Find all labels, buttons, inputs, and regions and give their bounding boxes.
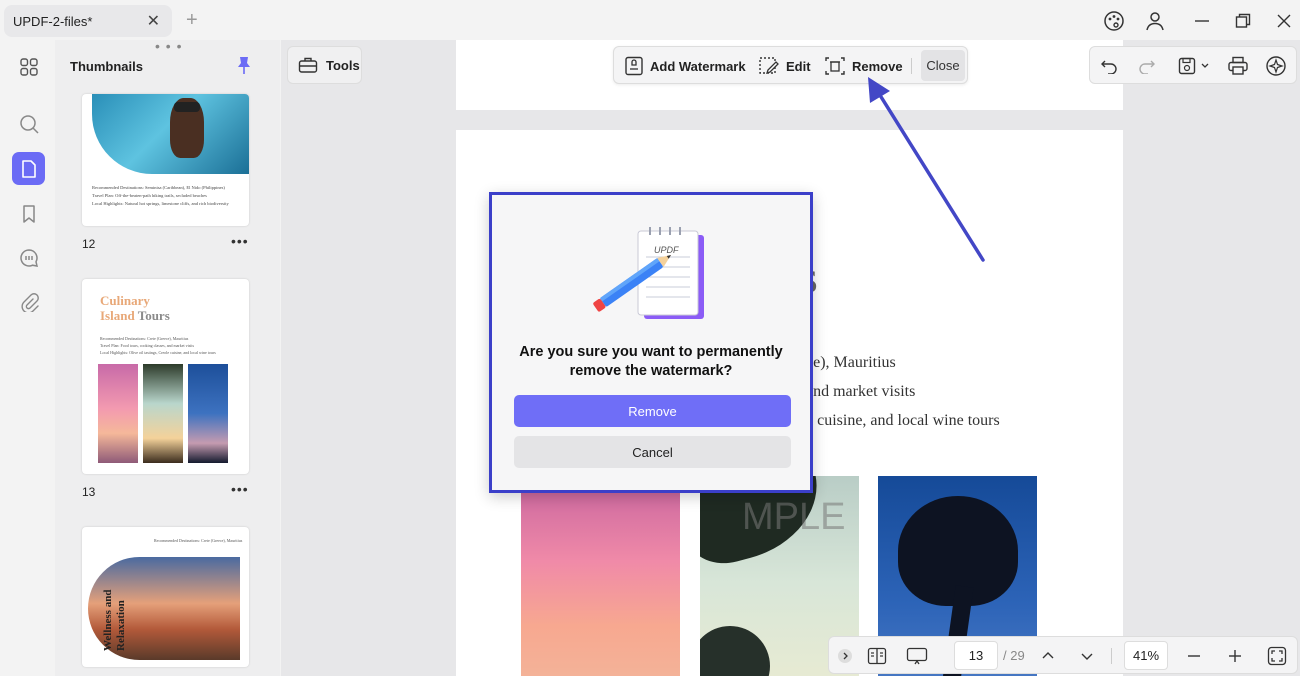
thumbnails-view-icon[interactable]	[12, 50, 45, 83]
page-number-label: 12	[82, 237, 96, 251]
watermark-text: MPLE	[742, 496, 846, 538]
document-tab-title: UPDF-2-files*	[13, 13, 93, 29]
next-page-chevron-icon[interactable]	[1078, 645, 1096, 667]
thumbnail-title-tours: Tours	[137, 308, 170, 323]
previous-page-chevron-icon[interactable]	[1039, 645, 1057, 667]
edit-watermark-icon	[759, 57, 779, 75]
zoom-level-input[interactable]: 41%	[1124, 641, 1168, 670]
undo-icon[interactable]	[1098, 55, 1120, 77]
remove-watermark-label: Remove	[852, 58, 903, 74]
dialog-message: Are you sure you want to permanently rem…	[519, 344, 783, 379]
notepad-pencil-icon: UPDF	[592, 223, 712, 323]
restore-icon[interactable]	[1230, 8, 1256, 34]
cancel-button[interactable]: Cancel	[514, 436, 791, 468]
pin-icon[interactable]	[236, 56, 252, 81]
add-watermark-button[interactable]: Add Watermark	[624, 56, 746, 76]
zoom-out-icon[interactable]	[1186, 645, 1202, 667]
page-layout-icon[interactable]	[866, 645, 888, 667]
add-watermark-icon	[625, 56, 643, 76]
thumbnail-photo	[92, 94, 249, 174]
thumbnail-photo	[188, 364, 228, 463]
page-more-icon[interactable]: •••	[231, 481, 249, 497]
page-number-label: 13	[82, 485, 96, 499]
thumbnail-photo	[98, 364, 138, 463]
save-dropdown-chevron-icon[interactable]	[1198, 55, 1212, 77]
tools-label: Tools	[326, 57, 360, 73]
edit-watermark-button[interactable]: Edit	[758, 56, 811, 76]
toolbox-icon	[298, 57, 318, 73]
fit-page-icon[interactable]	[1266, 645, 1288, 667]
edit-watermark-label: Edit	[786, 58, 811, 74]
new-tab-icon[interactable]: +	[186, 9, 198, 32]
page-text-line: and market visits	[806, 383, 916, 400]
document-tab[interactable]: UPDF-2-files* ✕	[4, 5, 172, 37]
toolbar-divider	[911, 58, 912, 74]
total-pages-label: / 29	[1003, 648, 1025, 663]
thumbnail-photo	[143, 364, 183, 463]
toolbar-divider	[1111, 648, 1112, 664]
attachment-icon[interactable]	[12, 285, 45, 318]
pages-icon[interactable]	[12, 152, 45, 185]
page-text-line: ce), Mauritius	[806, 354, 896, 371]
add-watermark-label: Add Watermark	[650, 58, 746, 74]
tools-button[interactable]: Tools	[287, 46, 362, 84]
caption-line: Recommended Destinations: Crete (Greece)…	[154, 538, 243, 543]
page-more-icon[interactable]: •••	[231, 233, 249, 249]
right-toolbar	[1089, 46, 1297, 84]
search-icon[interactable]	[12, 107, 45, 140]
page-thumbnail-13[interactable]: Culinary Island Tours Recommended Destin…	[82, 279, 249, 474]
title-bar: UPDF-2-files* ✕ +	[0, 0, 1300, 40]
bookmark-icon[interactable]	[12, 197, 45, 230]
page-thumbnail-14[interactable]: Recommended Destinations: Crete (Greece)…	[82, 527, 249, 667]
thumbnails-panel: • • • Thumbnails Recommended Destination…	[55, 40, 280, 676]
thumbnails-header: Thumbnails	[70, 59, 143, 74]
dialog-icon-text: UPDF	[654, 245, 679, 255]
remove-watermark-icon	[825, 57, 845, 75]
caption-line: Travel Plan: Off-the-beaten-path hiking …	[92, 193, 207, 198]
watermark-toolbar: Add Watermark Edit Remove Close	[613, 46, 968, 84]
left-icon-rail	[4, 40, 54, 676]
page-thumbnail-12[interactable]: Recommended Destinations: Seminisa (Cari…	[82, 94, 249, 226]
redo-icon[interactable]	[1136, 55, 1158, 77]
theme-palette-icon[interactable]	[1101, 8, 1127, 34]
panel-drag-handle-icon[interactable]: • • •	[155, 40, 182, 54]
caption-line: Recommended Destinations: Seminisa (Cari…	[92, 185, 225, 190]
bottom-toolbar: 13 / 29 41%	[828, 636, 1298, 674]
expand-chevron-icon[interactable]	[837, 645, 853, 667]
remove-watermark-dialog: UPDF Are you sure you want to permanentl…	[489, 192, 813, 493]
close-tab-icon[interactable]: ✕	[147, 11, 160, 31]
thumbnail-title-line2: Island	[100, 308, 138, 323]
close-watermark-button[interactable]: Close	[921, 50, 965, 81]
presentation-icon[interactable]	[906, 645, 928, 667]
account-icon[interactable]	[1142, 8, 1168, 34]
print-icon[interactable]	[1227, 55, 1249, 77]
caption-line: Recommended Destinations: Crete (Greece)…	[100, 336, 189, 341]
zoom-in-icon[interactable]	[1227, 645, 1243, 667]
save-icon[interactable]	[1176, 55, 1198, 77]
minimize-icon[interactable]	[1189, 8, 1215, 34]
confirm-remove-button[interactable]: Remove	[514, 395, 791, 427]
caption-line: Travel Plan: Food tours, cooking classes…	[100, 343, 195, 348]
close-window-icon[interactable]	[1271, 8, 1297, 34]
thumbnail-title-line1: Culinary	[100, 293, 150, 308]
caption-line: Local Highlights: Olive oil tastings, Cr…	[100, 350, 216, 355]
page-photo-sunset	[521, 476, 680, 676]
thumbnail-vertical-title: Wellness and Relaxation	[102, 589, 127, 651]
caption-line: Local Highlights: Natural hot springs, l…	[92, 201, 229, 206]
comments-icon[interactable]	[12, 241, 45, 274]
ai-assistant-icon[interactable]	[1264, 55, 1288, 77]
page-text-line: e cuisine, and local wine tours	[806, 412, 1000, 429]
current-page-input[interactable]: 13	[954, 641, 998, 670]
remove-watermark-button[interactable]: Remove	[824, 56, 903, 76]
